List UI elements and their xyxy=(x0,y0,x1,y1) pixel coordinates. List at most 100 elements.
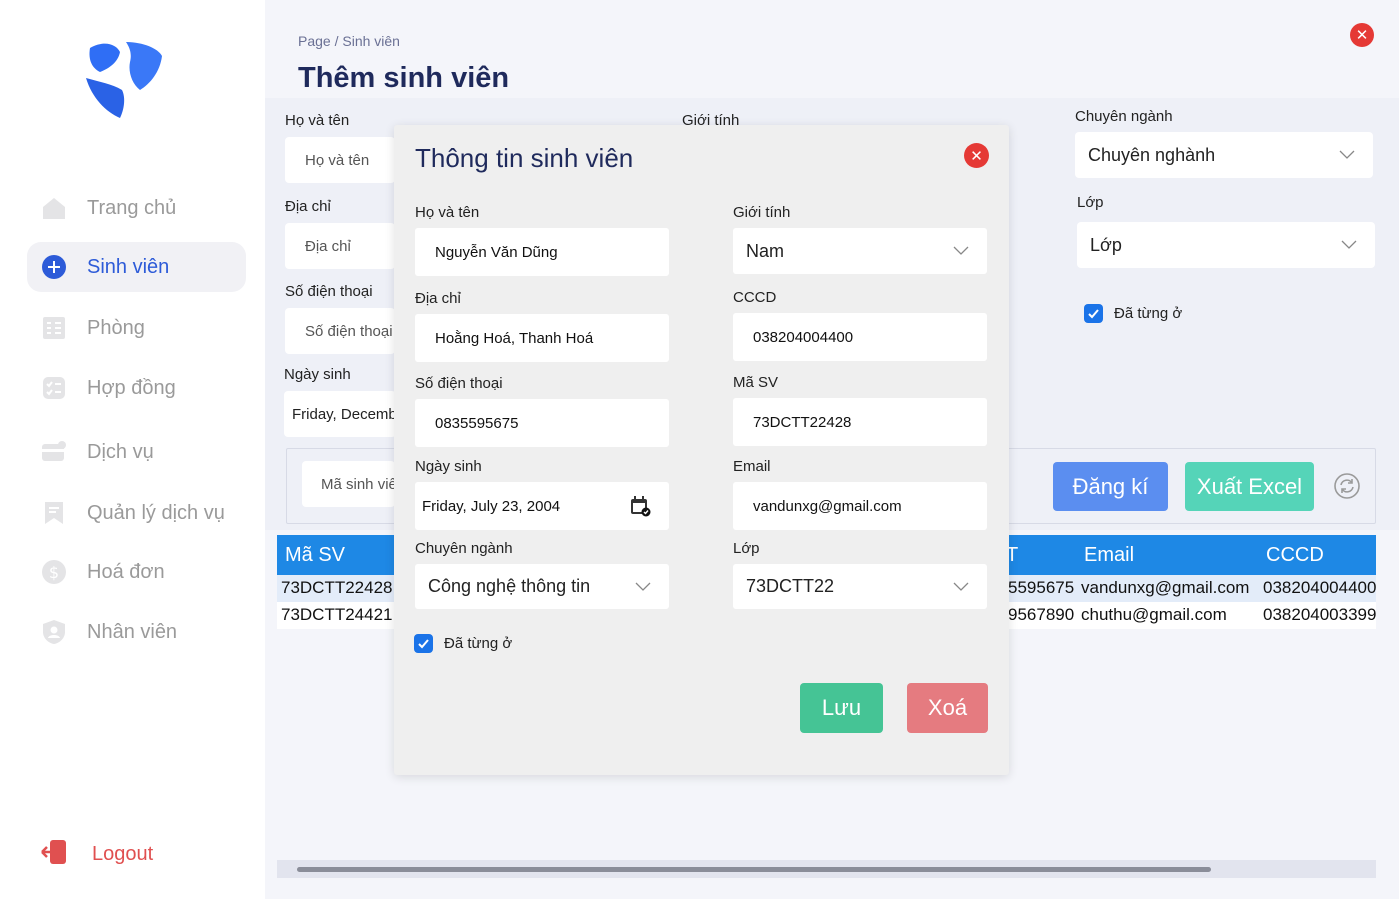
svg-text:$: $ xyxy=(49,563,59,582)
chuyen-nganh-value: Chuyên nghành xyxy=(1088,144,1216,165)
ma-sv-label: Mã SV xyxy=(733,374,779,391)
sdt-label: Số điện thoại xyxy=(415,375,503,392)
cccd-label: CCCD xyxy=(733,289,777,306)
chevron-down-icon xyxy=(1341,240,1357,249)
ho-ten-label: Họ và tên xyxy=(415,204,480,221)
grid-icon xyxy=(41,315,67,341)
cell-sdt: 9567890 xyxy=(1008,605,1075,624)
sidebar-item-hoa-don[interactable]: $ Hoá đơn xyxy=(27,547,246,597)
cccd-input[interactable]: 038204004400 xyxy=(733,313,987,361)
sidebar-item-label: Sinh viên xyxy=(87,255,170,278)
ho-ten-label: Họ và tên xyxy=(285,112,350,129)
sidebar-item-label: Hoá đơn xyxy=(87,560,165,583)
logout-icon xyxy=(40,838,68,871)
da-tung-o-label: Đã từng ở xyxy=(1114,305,1183,322)
gioi-tinh-value: Nam xyxy=(746,240,785,261)
ho-ten-input[interactable]: Nguyễn Văn Dũng xyxy=(415,228,669,276)
dia-chi-input[interactable]: Hoằng Hoá, Thanh Hoá xyxy=(415,314,669,362)
dia-chi-label: Địa chỉ xyxy=(285,198,331,215)
ngay-sinh-label: Ngày sinh xyxy=(284,366,351,383)
chuyen-nganh-select[interactable]: Công nghệ thông tin xyxy=(415,564,669,609)
lop-label: Lớp xyxy=(733,540,760,557)
cell-ma-sv: 73DCTT22428 xyxy=(281,578,393,597)
scrollbar-thumb[interactable] xyxy=(297,867,1211,872)
gioi-tinh-label: Giới tính xyxy=(733,204,791,221)
sidebar-item-trang-chu[interactable]: Trang chủ xyxy=(27,183,246,233)
sidebar-item-dich-vu[interactable]: Dịch vụ xyxy=(27,427,246,477)
close-icon[interactable]: ✕ xyxy=(964,143,989,168)
lop-label: Lớp xyxy=(1077,194,1104,211)
dia-chi-input[interactable]: Địa chỉ xyxy=(285,223,395,269)
email-input[interactable]: vandunxg@gmail.com xyxy=(733,482,987,530)
plus-circle-icon xyxy=(41,254,67,280)
col-ma-sv[interactable]: Mã SV xyxy=(285,544,345,567)
page-title: Thêm sinh viên xyxy=(298,62,510,94)
chuyen-nganh-label: Chuyên ngành xyxy=(415,540,513,557)
horizontal-scrollbar[interactable] xyxy=(277,860,1376,878)
col-email[interactable]: Email xyxy=(1084,544,1134,567)
sidebar-item-label: Dịch vụ xyxy=(87,440,154,463)
sidebar-item-sinh-vien[interactable]: Sinh viên xyxy=(27,242,246,292)
gioi-tinh-select[interactable]: Nam xyxy=(733,228,987,274)
close-icon[interactable]: ✕ xyxy=(1350,23,1374,47)
ma-sv-input[interactable]: 73DCTT22428 xyxy=(733,398,987,446)
da-tung-o-checkbox[interactable]: Đã từng ở xyxy=(1084,304,1182,323)
da-tung-o-checkbox[interactable]: Đã từng ở xyxy=(414,634,512,653)
chevron-down-icon xyxy=(953,582,969,591)
sidebar-item-hop-dong[interactable]: Hợp đồng xyxy=(27,363,246,413)
sidebar-item-label: Trang chủ xyxy=(87,196,177,219)
lop-value: 73DCTT22 xyxy=(746,576,835,596)
chuyen-nganh-value: Công nghệ thông tin xyxy=(428,576,591,596)
da-tung-o-label: Đã từng ở xyxy=(444,635,513,652)
sdt-label: Số điện thoại xyxy=(285,283,373,300)
sidebar-item-phong[interactable]: Phòng xyxy=(27,303,246,353)
export-excel-button[interactable]: Xuất Excel xyxy=(1185,462,1314,511)
refresh-icon[interactable] xyxy=(1333,472,1361,500)
modal-title: Thông tin sinh viên xyxy=(415,143,634,173)
lop-value: Lớp xyxy=(1090,234,1122,255)
ngay-sinh-value: Friday, July 23, 2004 xyxy=(422,497,561,515)
chuyen-nganh-label: Chuyên ngành xyxy=(1075,108,1173,125)
home-icon xyxy=(41,195,67,221)
col-cccd[interactable]: CCCD xyxy=(1266,544,1324,567)
lop-select[interactable]: Lớp xyxy=(1077,222,1375,268)
sidebar-item-label: Nhân viên xyxy=(87,620,178,643)
chuyen-nganh-select[interactable]: Chuyên nghành xyxy=(1075,132,1373,178)
cell-cccd: 038204003399 xyxy=(1263,605,1377,624)
checklist-icon xyxy=(41,375,67,401)
card-icon xyxy=(41,439,67,465)
cell-email: vandunxg@gmail.com xyxy=(1081,578,1250,597)
cell-cccd: 038204004400 xyxy=(1263,578,1377,597)
checkbox-checked-icon xyxy=(1084,304,1103,323)
dia-chi-label: Địa chỉ xyxy=(415,290,461,307)
sidebar-item-quan-ly-dich-vu[interactable]: Quản lý dịch vụ xyxy=(27,488,246,538)
logout-button[interactable]: Logout xyxy=(40,838,153,871)
ngay-sinh-input[interactable]: Friday, July 23, 2004 xyxy=(415,482,669,530)
user-shield-icon xyxy=(41,619,67,645)
sdt-input[interactable]: Số điện thoại xyxy=(285,308,395,354)
search-input[interactable]: Mã sinh viê xyxy=(302,461,395,507)
cell-ma-sv: 73DCTT24421 xyxy=(281,605,393,624)
register-button[interactable]: Đăng kí xyxy=(1053,462,1168,511)
ngay-sinh-input[interactable]: Friday, Decemb xyxy=(284,391,396,437)
chevron-down-icon xyxy=(953,246,969,255)
breadcrumb: Page / Sinh viên xyxy=(298,33,400,49)
calendar-icon[interactable] xyxy=(629,495,651,517)
sdt-input[interactable]: 0835595675 xyxy=(415,399,669,447)
save-button[interactable]: Lưu xyxy=(800,683,883,733)
sidebar: Trang chủ Sinh viên Phòng Hợp đồng Dịch … xyxy=(0,0,265,899)
ho-ten-input[interactable]: Họ và tên xyxy=(285,137,395,183)
ngay-sinh-label: Ngày sinh xyxy=(415,458,482,475)
delete-button[interactable]: Xoá xyxy=(907,683,988,733)
cell-email: chuthu@gmail.com xyxy=(1081,605,1227,624)
bookmark-icon xyxy=(41,500,67,526)
sidebar-item-label: Quản lý dịch vụ xyxy=(87,501,225,524)
logout-label: Logout xyxy=(92,843,154,865)
checkbox-checked-icon xyxy=(414,634,433,653)
dollar-icon: $ xyxy=(41,559,67,585)
app-logo xyxy=(80,38,164,122)
chevron-down-icon xyxy=(635,582,651,591)
sidebar-item-label: Phòng xyxy=(87,316,145,339)
sidebar-item-nhan-vien[interactable]: Nhân viên xyxy=(27,607,246,657)
lop-select[interactable]: 73DCTT22 xyxy=(733,564,987,609)
